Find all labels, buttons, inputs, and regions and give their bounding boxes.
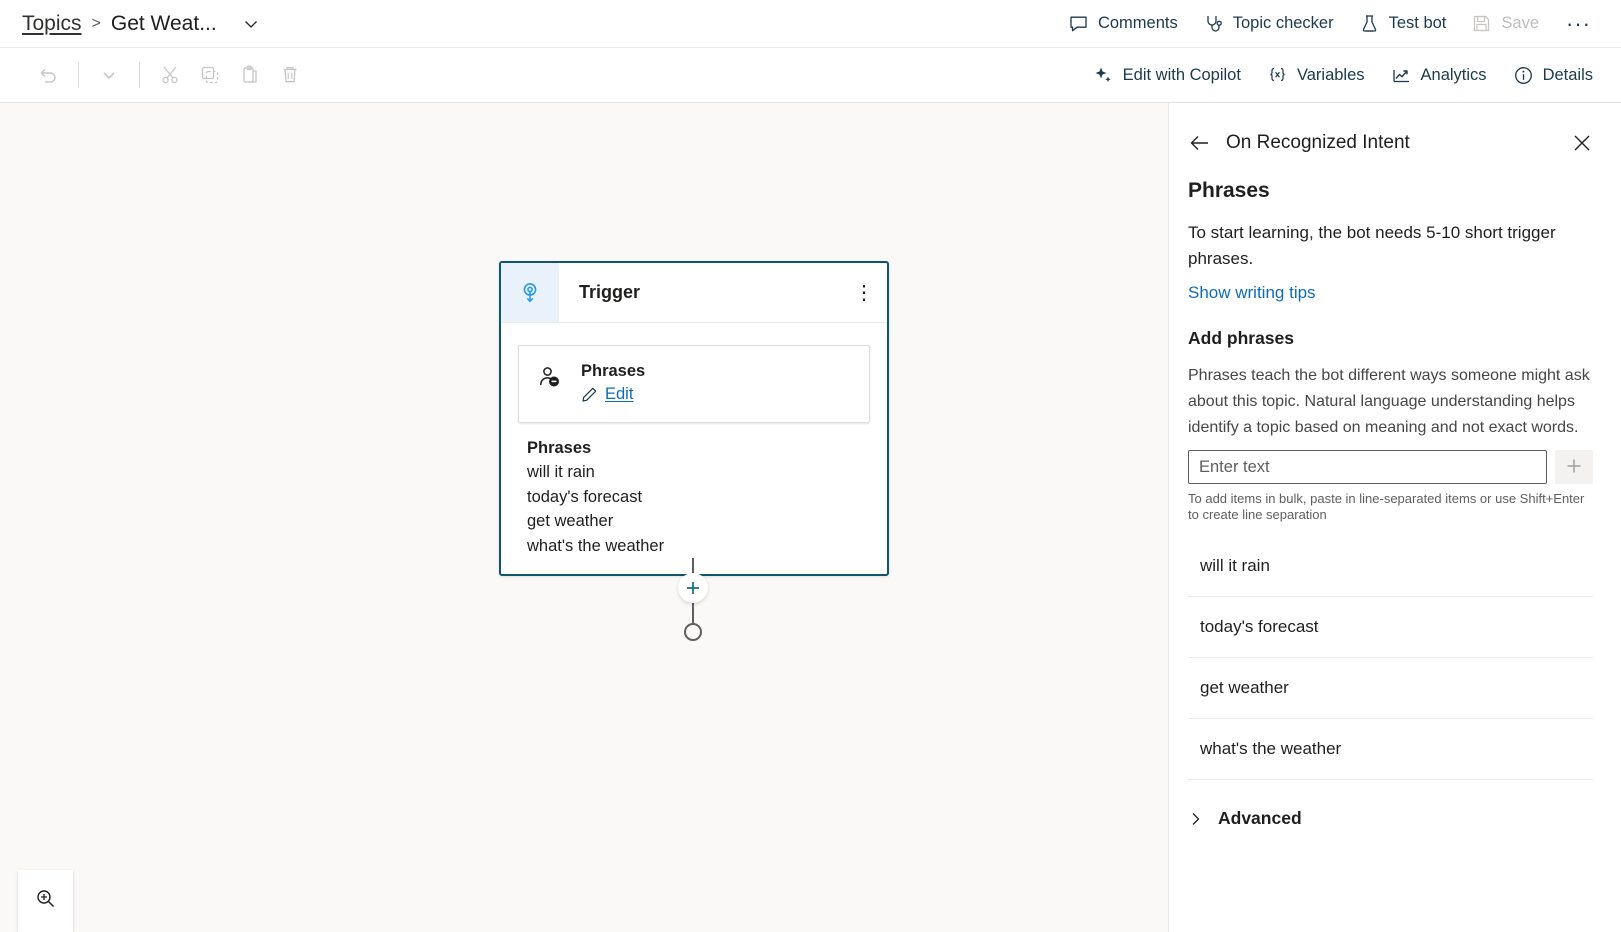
trigger-phrase-item: get weather bbox=[527, 512, 614, 530]
more-vertical-icon[interactable]: ⋮ bbox=[841, 263, 887, 322]
zoom-in-icon bbox=[35, 888, 57, 915]
breadcrumb: Topics > Get Weat... bbox=[22, 12, 261, 36]
edit-with-copilot-button[interactable]: Edit with Copilot bbox=[1083, 59, 1251, 92]
analytics-label: Analytics bbox=[1420, 65, 1487, 84]
save-button[interactable]: Save bbox=[1461, 7, 1549, 40]
edit-with-copilot-label: Edit with Copilot bbox=[1122, 65, 1241, 84]
list-item[interactable]: get weather bbox=[1188, 658, 1593, 719]
properties-panel: On Recognized Intent Phrases To start le… bbox=[1168, 103, 1621, 932]
list-item[interactable]: today's forecast bbox=[1188, 597, 1593, 658]
comments-label: Comments bbox=[1097, 14, 1178, 32]
arrow-left-icon[interactable] bbox=[1188, 131, 1212, 155]
toolbar-divider-1 bbox=[78, 62, 79, 88]
panel-header: On Recognized Intent bbox=[1169, 103, 1593, 155]
top-command-actions: Comments Topic checker Test bot Save ··· bbox=[1058, 7, 1603, 40]
breadcrumb-current-topic: Get Weat... bbox=[110, 11, 217, 35]
variables-label: Variables bbox=[1296, 65, 1365, 84]
sparkle-icon bbox=[1093, 65, 1114, 86]
add-phrase-input[interactable] bbox=[1188, 450, 1547, 484]
add-phrases-description: Phrases teach the bot different ways som… bbox=[1188, 367, 1590, 436]
chevron-down-icon[interactable] bbox=[241, 14, 261, 34]
edit-toolbar: Edit with Copilot Variables Analytics De… bbox=[0, 48, 1621, 103]
edit-toolbar-actions: Edit with Copilot Variables Analytics De… bbox=[1083, 59, 1603, 92]
person-chat-icon bbox=[535, 362, 565, 391]
info-circle-icon bbox=[1513, 65, 1534, 86]
stethoscope-icon bbox=[1203, 13, 1224, 34]
list-item[interactable]: will it rain bbox=[1188, 536, 1593, 597]
list-item[interactable]: what's the weather bbox=[1188, 719, 1593, 780]
app-root: Topics > Get Weat... Comments Topic chec… bbox=[0, 0, 1621, 932]
analytics-button[interactable]: Analytics bbox=[1381, 59, 1497, 92]
panel-title: On Recognized Intent bbox=[1226, 132, 1410, 153]
details-label: Details bbox=[1542, 65, 1593, 84]
advanced-section-toggle[interactable]: Advanced bbox=[1188, 780, 1593, 829]
comments-button[interactable]: Comments bbox=[1058, 7, 1188, 40]
topic-checker-label: Topic checker bbox=[1232, 14, 1334, 32]
edit-phrases-label: Edit bbox=[605, 385, 634, 403]
flask-icon bbox=[1359, 13, 1380, 34]
bulk-add-hint: To add items in bulk, paste in line-sepa… bbox=[1188, 491, 1585, 522]
phrases-subcard-title: Phrases bbox=[581, 362, 646, 380]
connector-line-bottom bbox=[692, 603, 694, 625]
add-phrase-row bbox=[1188, 450, 1593, 484]
test-bot-button[interactable]: Test bot bbox=[1349, 7, 1457, 40]
trigger-node-header: Trigger ⋮ bbox=[501, 263, 887, 323]
top-command-bar: Topics > Get Weat... Comments Topic chec… bbox=[0, 0, 1621, 48]
trigger-phrase-item: today's forecast bbox=[527, 487, 643, 506]
authoring-canvas[interactable]: Trigger ⋮ Phrases Edit Phrases will it r… bbox=[0, 103, 1168, 932]
cut-icon[interactable] bbox=[150, 58, 190, 92]
add-phrases-heading: Add phrases bbox=[1188, 328, 1294, 348]
paste-icon[interactable] bbox=[230, 58, 270, 92]
add-phrase-button[interactable] bbox=[1555, 450, 1593, 484]
variables-button[interactable]: Variables bbox=[1257, 59, 1375, 92]
trigger-icon bbox=[501, 263, 559, 322]
undo-icon[interactable] bbox=[28, 58, 68, 92]
trend-chart-icon bbox=[1391, 65, 1412, 86]
save-label: Save bbox=[1501, 14, 1540, 32]
breadcrumb-separator: > bbox=[91, 14, 101, 32]
main-body: Trigger ⋮ Phrases Edit Phrases will it r… bbox=[0, 103, 1621, 932]
plus-icon bbox=[1564, 456, 1584, 479]
comment-icon bbox=[1068, 13, 1089, 34]
braces-x-icon bbox=[1267, 65, 1288, 86]
trigger-node-title: Trigger bbox=[579, 282, 641, 302]
plus-icon bbox=[687, 582, 699, 594]
panel-content: Phrases To start learning, the bot needs… bbox=[1169, 179, 1593, 932]
toolbar-divider-2 bbox=[139, 62, 140, 88]
advanced-label: Advanced bbox=[1218, 808, 1302, 828]
trigger-phrase-item: will it rain bbox=[527, 463, 595, 481]
trigger-phrases-preview: Phrases will it rain today's forecast ge… bbox=[501, 423, 887, 574]
breadcrumb-topics-link[interactable]: Topics bbox=[22, 12, 82, 36]
phrase-list: will it rain today's forecast get weathe… bbox=[1188, 536, 1593, 780]
details-button[interactable]: Details bbox=[1503, 59, 1603, 92]
phrases-subcard-content: Phrases Edit bbox=[581, 362, 645, 404]
topic-checker-button[interactable]: Topic checker bbox=[1193, 7, 1344, 40]
edit-phrases-link[interactable]: Edit bbox=[581, 385, 645, 404]
zoom-in-button[interactable] bbox=[18, 870, 73, 932]
copy-icon[interactable] bbox=[190, 58, 230, 92]
trigger-phrase-item: what's the weather bbox=[527, 536, 665, 555]
panel-lead-text: To start learning, the bot needs 5-10 sh… bbox=[1188, 223, 1556, 268]
trigger-node[interactable]: Trigger ⋮ Phrases Edit Phrases will it r… bbox=[499, 261, 889, 576]
chevron-right-icon bbox=[1188, 811, 1204, 827]
chevron-down-icon[interactable] bbox=[89, 58, 129, 92]
phrases-subcard[interactable]: Phrases Edit bbox=[518, 345, 870, 423]
delete-icon[interactable] bbox=[270, 58, 310, 92]
close-icon[interactable] bbox=[1571, 132, 1593, 154]
add-node-button[interactable] bbox=[678, 573, 708, 603]
end-node-circle bbox=[684, 623, 702, 641]
more-options-button[interactable]: ··· bbox=[1554, 12, 1603, 35]
save-icon bbox=[1471, 13, 1492, 34]
show-writing-tips-link[interactable]: Show writing tips bbox=[1188, 283, 1316, 303]
test-bot-label: Test bot bbox=[1388, 14, 1447, 32]
panel-section-title: Phrases bbox=[1188, 179, 1270, 202]
trigger-phrases-heading: Phrases bbox=[527, 439, 592, 457]
pencil-icon bbox=[581, 386, 598, 403]
